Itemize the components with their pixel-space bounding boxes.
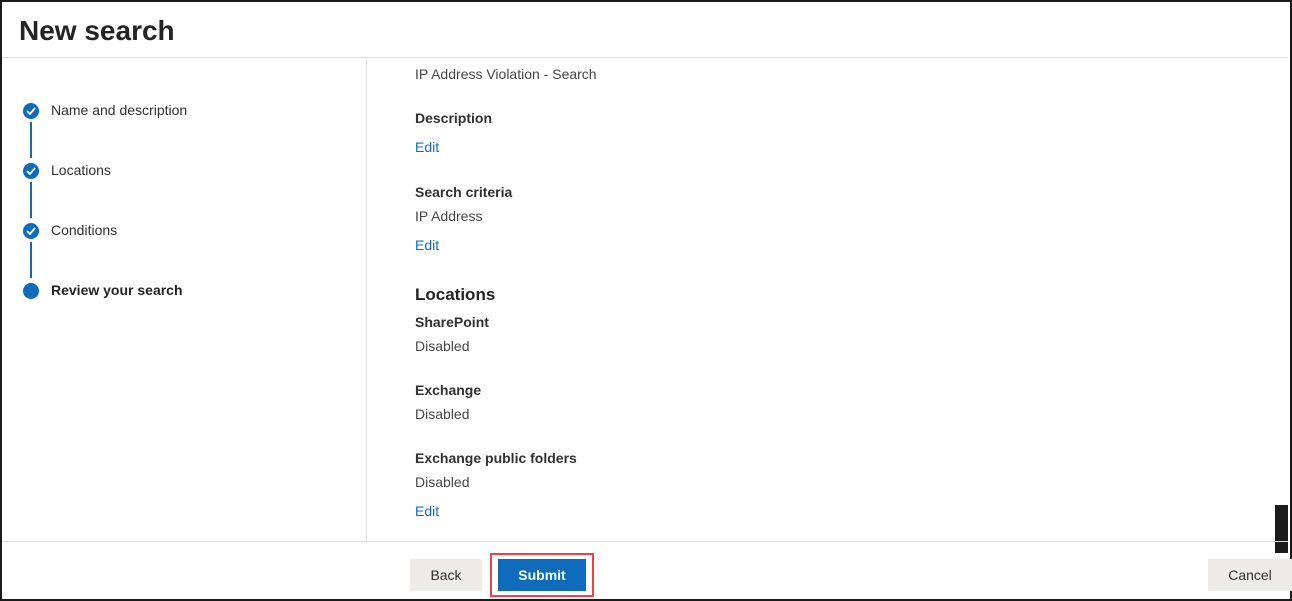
step-connector	[30, 242, 32, 278]
step-label: Conditions	[51, 222, 118, 238]
description-label: Description	[415, 110, 493, 126]
step-label: Locations	[51, 162, 111, 178]
checkmark-icon	[23, 103, 39, 119]
step-label: Review your search	[51, 282, 183, 298]
search-criteria-value: IP Address	[415, 208, 483, 224]
wizard-footer: Back Submit Cancel	[2, 541, 1292, 600]
locations-heading: Locations	[415, 285, 496, 304]
step-connector	[30, 122, 32, 158]
page-title: New search	[19, 15, 175, 46]
checkmark-icon	[23, 163, 39, 179]
location-label-sharepoint: SharePoint	[415, 314, 489, 330]
edit-criteria-link[interactable]: Edit	[415, 237, 439, 253]
location-status-sharepoint: Disabled	[415, 338, 470, 354]
submit-button[interactable]: Submit	[498, 559, 586, 591]
wizard-stepper: Name and description Locations Condition…	[2, 58, 367, 541]
location-status-exchange-public-folders: Disabled	[415, 474, 470, 490]
back-button[interactable]: Back	[410, 559, 482, 591]
edit-locations-link[interactable]: Edit	[415, 503, 439, 519]
edit-description-link[interactable]: Edit	[415, 139, 439, 155]
checkmark-icon	[23, 223, 39, 239]
step-connector	[30, 182, 32, 218]
page-header: New search	[2, 2, 1288, 58]
cancel-button[interactable]: Cancel	[1208, 559, 1292, 591]
search-name-value: IP Address Violation - Search	[415, 66, 597, 82]
step-label: Name and description	[51, 102, 188, 118]
current-step-dot-icon	[23, 283, 39, 299]
location-label-exchange: Exchange	[415, 382, 482, 398]
search-criteria-label: Search criteria	[415, 184, 513, 200]
location-status-exchange: Disabled	[415, 406, 470, 422]
location-label-exchange-public-folders: Exchange public folders	[415, 450, 577, 466]
